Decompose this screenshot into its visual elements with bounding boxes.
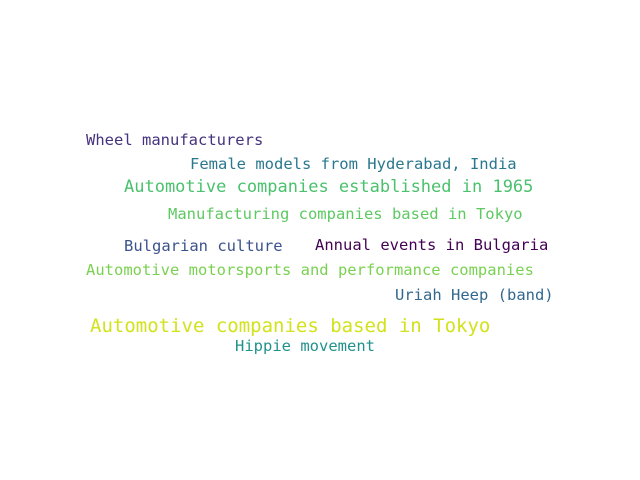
word-manufacturing-companies-tokyo: Manufacturing companies based in Tokyo bbox=[168, 205, 523, 223]
word-automotive-companies-1965: Automotive companies established in 1965 bbox=[124, 177, 534, 197]
word-automotive-motorsports: Automotive motorsports and performance c… bbox=[86, 261, 534, 279]
word-wheel-manufacturers: Wheel manufacturers bbox=[86, 131, 264, 149]
word-hippie-movement: Hippie movement bbox=[235, 337, 375, 355]
word-cloud: Wheel manufacturers Female models from H… bbox=[0, 0, 640, 480]
word-annual-events-bulgaria: Annual events in Bulgaria bbox=[315, 236, 549, 254]
word-female-models-hyderabad: Female models from Hyderabad, India bbox=[190, 155, 517, 173]
word-bulgarian-culture: Bulgarian culture bbox=[124, 237, 283, 255]
word-uriah-heep: Uriah Heep (band) bbox=[395, 286, 554, 304]
word-automotive-companies-tokyo: Automotive companies based in Tokyo bbox=[90, 315, 491, 337]
